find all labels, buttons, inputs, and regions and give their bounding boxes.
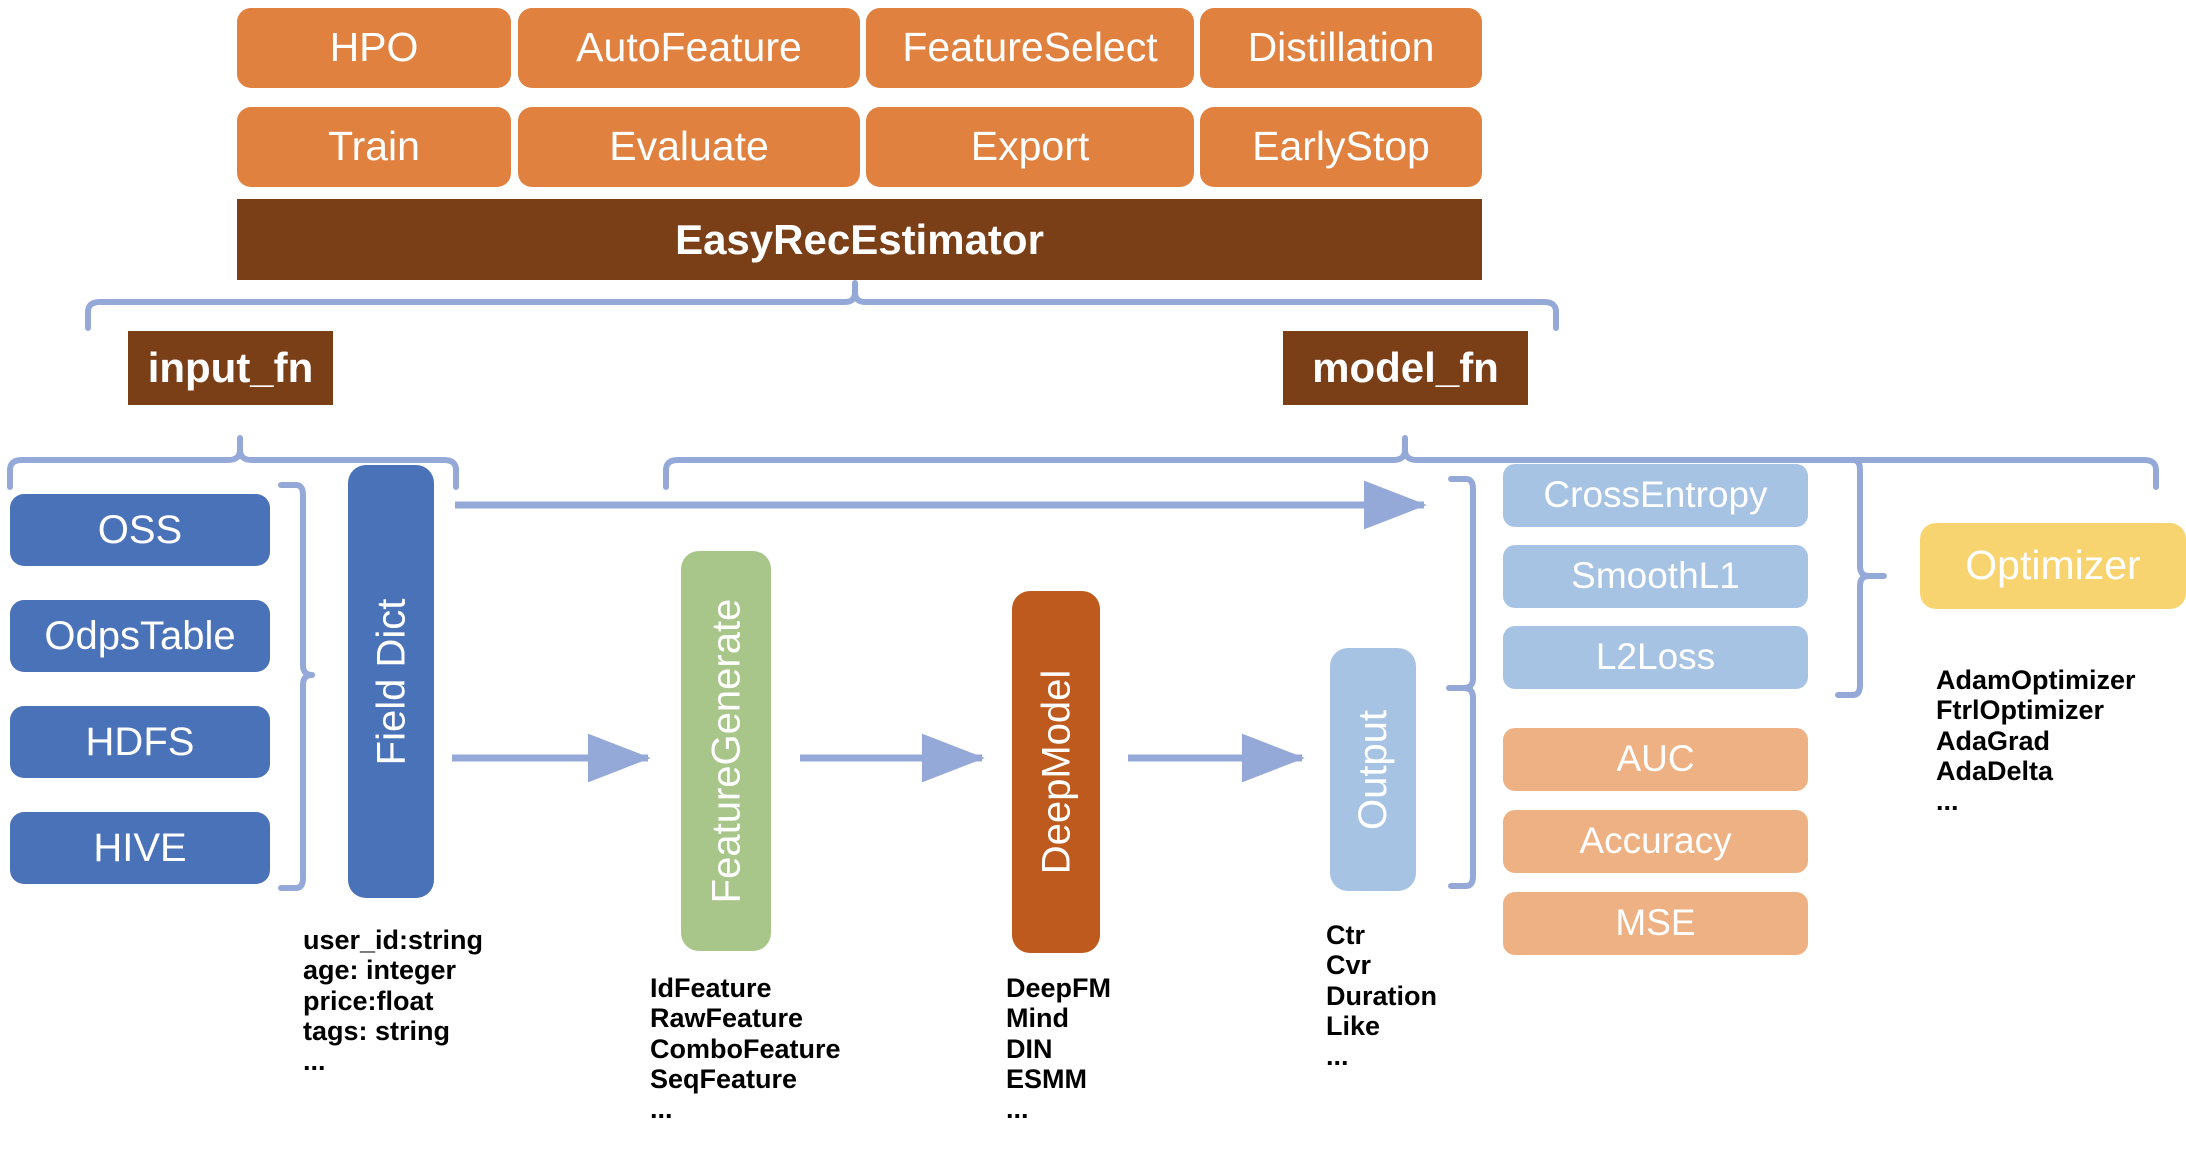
feature-generate-label: FeatureGenerate xyxy=(704,598,749,904)
field-dict-note-2: price:float xyxy=(303,985,434,1016)
deep-model-notes: DeepFM Mind DIN ESMM ... xyxy=(1006,973,1111,1125)
metric-chip-accuracy[interactable]: Accuracy xyxy=(1503,810,1808,873)
optimizer-note-0: AdamOptimizer xyxy=(1936,665,2136,695)
task-chip-train[interactable]: Train xyxy=(237,107,511,187)
field-dict-note-1: age: integer xyxy=(303,955,457,986)
feature-note-4: ... xyxy=(650,1094,673,1125)
optimizer-box[interactable]: Optimizer xyxy=(1920,523,2186,609)
deep-model-note-0: DeepFM xyxy=(1006,973,1112,1003)
easyrec-estimator-bar: EasyRecEstimator xyxy=(237,199,1482,280)
task-chip-evaluate[interactable]: Evaluate xyxy=(518,107,860,187)
optimizer-note-1: FtrlOptimizer xyxy=(1936,695,2105,726)
field-dict-note-4: ... xyxy=(303,1046,326,1077)
brace-losses-to-output xyxy=(1446,476,1476,889)
brace-losses-to-optimizer xyxy=(1835,457,1887,698)
output-note-2: Duration xyxy=(1326,980,1437,1011)
task-chip-distillation[interactable]: Distillation xyxy=(1200,8,1482,88)
output-note-0: Ctr xyxy=(1326,920,1365,950)
output-note-4: ... xyxy=(1326,1041,1349,1072)
output-note-1: Cvr xyxy=(1326,950,1372,981)
data-source-hive[interactable]: HIVE xyxy=(10,812,270,884)
output-note-3: Like xyxy=(1326,1011,1381,1042)
output-label: Output xyxy=(1351,709,1396,830)
feature-note-2: ComboFeature xyxy=(650,1033,841,1064)
task-chip-featureselect[interactable]: FeatureSelect xyxy=(866,8,1194,88)
data-source-oss[interactable]: OSS xyxy=(10,494,270,566)
task-chip-export[interactable]: Export xyxy=(866,107,1194,187)
loss-chip-crossentropy[interactable]: CrossEntropy xyxy=(1503,464,1808,527)
brace-sources-to-fielddict xyxy=(278,482,315,891)
deep-model-note-2: DIN xyxy=(1006,1033,1053,1064)
data-source-odpstable[interactable]: OdpsTable xyxy=(10,600,270,672)
output-box: Output xyxy=(1330,648,1416,891)
loss-chip-smoothl1[interactable]: SmoothL1 xyxy=(1503,545,1808,608)
output-notes: Ctr Cvr Duration Like ... xyxy=(1326,920,1437,1072)
task-chip-hpo[interactable]: HPO xyxy=(237,8,511,88)
feature-note-1: RawFeature xyxy=(650,1003,804,1034)
deep-model-note-1: Mind xyxy=(1006,1003,1069,1034)
input-fn-label: input_fn xyxy=(128,331,333,405)
field-dict-box: Field Dict xyxy=(348,465,434,898)
optimizer-note-4: ... xyxy=(1936,786,1959,817)
loss-chip-l2loss[interactable]: L2Loss xyxy=(1503,626,1808,689)
feature-generate-box: FeatureGenerate xyxy=(681,551,771,951)
field-dict-label: Field Dict xyxy=(369,598,414,765)
optimizer-notes: AdamOptimizer FtrlOptimizer AdaGrad AdaD… xyxy=(1936,665,2136,817)
metric-chip-mse[interactable]: MSE xyxy=(1503,892,1808,955)
metric-chip-auc[interactable]: AUC xyxy=(1503,728,1808,791)
feature-note-3: SeqFeature xyxy=(650,1064,798,1095)
field-dict-note-0: user_id:string xyxy=(303,925,484,955)
deep-model-box: DeepModel xyxy=(1012,591,1100,953)
brace-estimator-to-fns xyxy=(85,280,1559,331)
task-chip-autofeature[interactable]: AutoFeature xyxy=(518,8,860,88)
data-source-hdfs[interactable]: HDFS xyxy=(10,706,270,778)
deep-model-label: DeepModel xyxy=(1034,669,1079,875)
field-dict-note-3: tags: string xyxy=(303,1016,451,1047)
task-chip-earlystop[interactable]: EarlyStop xyxy=(1200,107,1482,187)
model-fn-label: model_fn xyxy=(1283,331,1528,405)
field-dict-notes: user_id:string age: integer price:float … xyxy=(303,925,483,1077)
deep-model-note-3: ESMM xyxy=(1006,1064,1087,1095)
optimizer-note-2: AdaGrad xyxy=(1936,725,2051,756)
feature-generate-notes: IdFeature RawFeature ComboFeature SeqFea… xyxy=(650,973,841,1125)
optimizer-note-3: AdaDelta xyxy=(1936,756,2054,787)
deep-model-note-4: ... xyxy=(1006,1094,1029,1125)
architecture-diagram: HPO AutoFeature FeatureSelect Distillati… xyxy=(0,0,2186,1156)
feature-note-0: IdFeature xyxy=(650,973,772,1003)
brace-model-fn xyxy=(663,435,2159,490)
